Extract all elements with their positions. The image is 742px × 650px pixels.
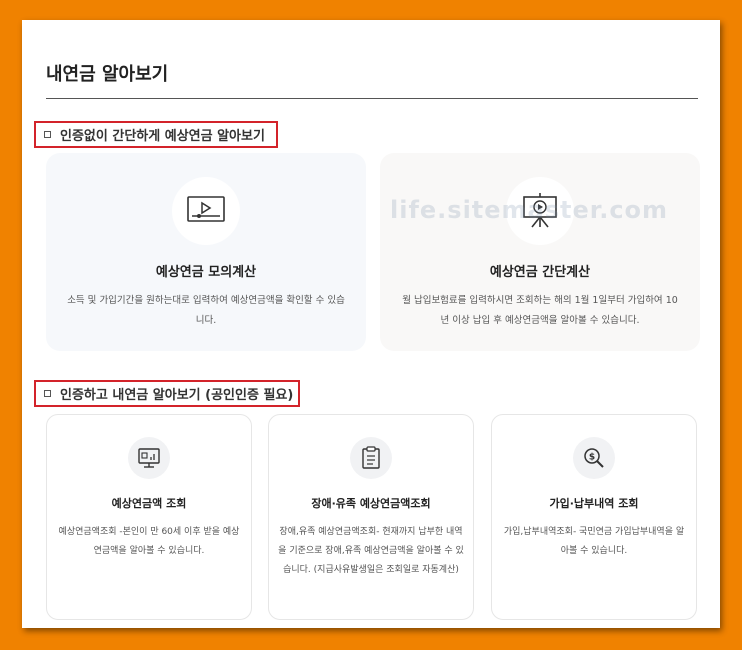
card-disability-survivor-inquiry[interactable]: 장애·유족 예상연금액조회 장애,유족 예상연금액조회- 현재까지 납부한 내역…	[268, 414, 474, 620]
card-title: 가입·납부내역 조회	[549, 497, 639, 510]
card-title: 예상연금액 조회	[111, 497, 187, 510]
card-description: 소득 및 가입기간을 원하는대로 입력하여 예상연금액을 확인할 수 있습니다.	[67, 295, 345, 326]
presentation-board-icon	[506, 177, 574, 245]
card-expected-pension-inquiry[interactable]: 예상연금액 조회 예상연금액조회 -본인이 만 60세 이후 받을 예상연금액을…	[46, 414, 252, 620]
card-pension-simulation[interactable]: 예상연금 모의계산 소득 및 가입기간을 원하는대로 입력하여 예상연금액을 확…	[46, 153, 366, 351]
card-description: 월 납입보험료를 입력하시면 조회하는 해의 1월 1일부터 가입하여 10년 …	[402, 295, 678, 326]
card-description: 장애,유족 예상연금액조회- 현재까지 납부한 내역을 기준으로 장애,유족 예…	[278, 527, 464, 575]
money-search-icon: $	[573, 437, 615, 479]
bullet-square-icon	[44, 390, 51, 397]
monitor-chart-icon	[128, 437, 170, 479]
svg-text:$: $	[589, 453, 595, 463]
card-enrollment-payment-inquiry[interactable]: $ 가입·납부내역 조회 가입,납부내역조회- 국민연금 가입납부내역을 알아볼…	[491, 414, 697, 620]
bullet-square-icon	[44, 131, 51, 138]
section-label-auth-required: 인증하고 내연금 알아보기 (공인인증 필요)	[34, 380, 300, 407]
clipboard-icon	[350, 437, 392, 479]
section-label-text: 인증없이 간단하게 예상연금 알아보기	[60, 129, 265, 144]
section-label-text: 인증하고 내연금 알아보기 (공인인증 필요)	[60, 388, 294, 403]
card-description: 가입,납부내역조회- 국민연금 가입납부내역을 알아볼 수 있습니다.	[503, 527, 685, 556]
card-pension-quick-calc[interactable]: 예상연금 간단계산 월 납입보험료를 입력하시면 조회하는 해의 1월 1일부터…	[380, 153, 700, 351]
page-title: 내연금 알아보기	[46, 64, 169, 85]
title-divider	[46, 98, 698, 99]
card-title: 예상연금 간단계산	[489, 265, 591, 280]
video-player-icon	[172, 177, 240, 245]
card-description: 예상연금액조회 -본인이 만 60세 이후 받을 예상연금액을 알아볼 수 있습…	[58, 527, 240, 556]
pension-panel: 내연금 알아보기 인증없이 간단하게 예상연금 알아보기 예상연금 모의계산 소…	[22, 20, 720, 628]
card-title: 장애·유족 예상연금액조회	[311, 497, 431, 510]
card-title: 예상연금 모의계산	[155, 265, 257, 280]
section-label-no-auth: 인증없이 간단하게 예상연금 알아보기	[34, 121, 278, 148]
